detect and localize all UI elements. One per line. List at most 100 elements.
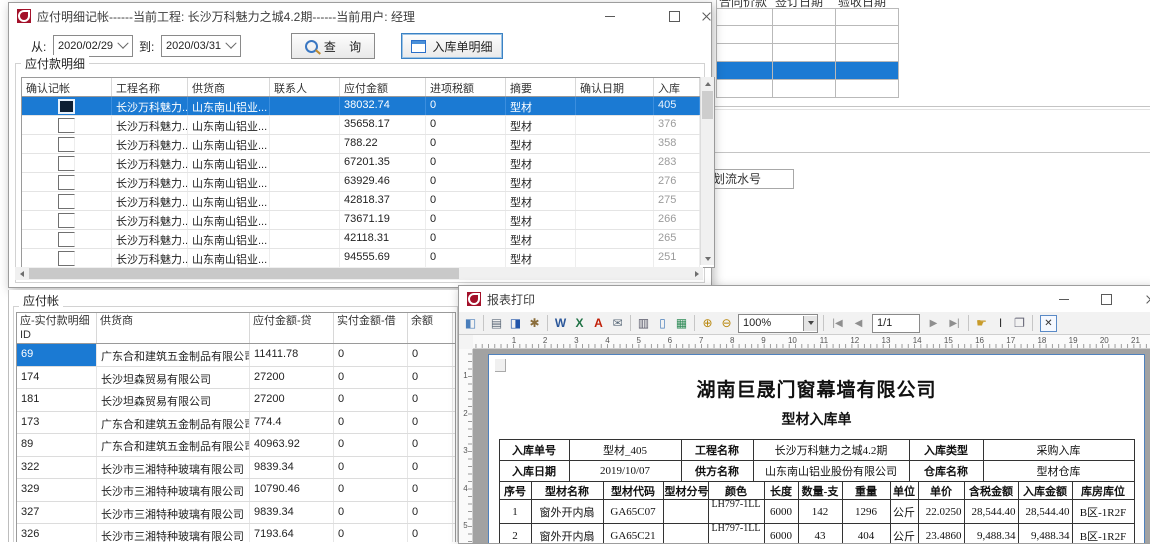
confirm-checkbox[interactable] — [58, 213, 75, 228]
cell-id: 174 — [17, 367, 97, 389]
maximize-button[interactable] — [1091, 288, 1121, 310]
confirm-checkbox[interactable] — [58, 232, 75, 247]
close-preview-icon[interactable]: ✕ — [1040, 315, 1057, 332]
cell-confirm-date — [576, 249, 654, 267]
background-table-row[interactable] — [717, 62, 899, 80]
cell-id: 69 — [17, 344, 97, 366]
table-row[interactable]: 174 长沙坦森贸易有限公司 27200 0 0 — [17, 367, 455, 390]
table-row[interactable]: 长沙万科魅力... 山东南山铝业... 42818.37 0 型材 275 — [22, 192, 714, 211]
confirm-checkbox[interactable] — [58, 251, 75, 266]
export-pdf-icon[interactable]: A — [590, 315, 607, 332]
background-table-row[interactable] — [717, 80, 899, 98]
zoom-in-icon[interactable]: ⊕ — [699, 315, 716, 332]
table-row[interactable]: 长沙万科魅力... 山东南山铝业... 94555.69 0 型材 251 — [22, 249, 714, 267]
cell-tax: 0 — [426, 97, 506, 115]
print-setup-icon[interactable]: ▥ — [635, 315, 652, 332]
confirm-checkbox[interactable] — [58, 156, 75, 171]
copy-tool-icon[interactable]: ❐ — [1011, 315, 1028, 332]
confirm-checkbox[interactable] — [58, 99, 75, 114]
to-date-select[interactable]: 2020/03/31 — [161, 35, 241, 57]
cell-inbound-no: 276 — [654, 173, 700, 191]
cell-paid: 0 — [334, 434, 408, 456]
export-word-icon[interactable]: W — [552, 315, 569, 332]
horizontal-scrollbar[interactable] — [15, 267, 703, 280]
table-row[interactable]: 89 广东合和建筑五金制品有限公司 40963.92 0 0 — [17, 434, 455, 457]
dropdown-arrow-icon[interactable] — [803, 316, 817, 331]
tools-icon[interactable]: ✱ — [526, 315, 543, 332]
background-table-row[interactable] — [717, 8, 899, 26]
minimize-button[interactable] — [1049, 288, 1079, 310]
ruler-number: 2 — [459, 409, 472, 447]
page-number-field[interactable]: 1/1 — [872, 314, 920, 333]
confirm-checkbox[interactable] — [58, 137, 75, 152]
vertical-scrollbar[interactable] — [700, 77, 714, 265]
table-row[interactable]: 长沙万科魅力... 山东南山铝业... 67201.35 0 型材 283 — [22, 154, 714, 173]
close-button[interactable] — [1135, 288, 1150, 310]
table-row[interactable]: 173 广东合和建筑五金制品有限公司 774.4 0 0 — [17, 412, 455, 435]
table-row[interactable]: 长沙万科魅力... 山东南山铝业... 38032.74 0 型材 405 — [22, 97, 714, 116]
cell-supplier: 山东南山铝业... — [188, 192, 270, 210]
table-row[interactable]: 181 长沙坦森贸易有限公司 27200 0 0 — [17, 389, 455, 412]
text-select-icon[interactable]: I — [992, 315, 1009, 332]
minimize-button[interactable] — [595, 5, 625, 27]
toolbar-separator — [630, 315, 631, 331]
cell-paid: 0 — [334, 502, 408, 524]
panel-toggle-icon[interactable]: ◧ — [462, 315, 479, 332]
background-column-header: 签订日期 — [773, 0, 836, 8]
next-page-icon[interactable]: ▶ — [925, 315, 942, 332]
zoom-out-icon[interactable]: ⊖ — [718, 315, 735, 332]
last-page-icon[interactable]: ▶| — [946, 315, 963, 332]
from-date-select[interactable]: 2020/02/29 — [53, 35, 133, 57]
to-label: 到: — [139, 38, 154, 55]
confirm-checkbox[interactable] — [58, 175, 75, 190]
maximize-button[interactable] — [659, 5, 689, 27]
background-divider — [700, 109, 1150, 110]
background-table-row[interactable] — [717, 26, 899, 44]
table-row[interactable]: 326 长沙市三湘特种玻璃有限公司 7193.64 0 0 — [17, 524, 455, 542]
table-row[interactable]: 长沙万科魅力... 山东南山铝业... 42118.31 0 型材 265 — [22, 230, 714, 249]
report-preview-area[interactable]: 12345 湖南巨晟门窗幕墙有限公司 型材入库单 入库单号 型材_405 工程名… — [459, 349, 1150, 543]
cell-balance: 0 — [408, 502, 453, 524]
table-row[interactable]: 长沙万科魅力... 山东南山铝业... 788.22 0 型材 358 — [22, 135, 714, 154]
print-icon[interactable]: ▤ — [488, 315, 505, 332]
book-icon[interactable]: ◨ — [507, 315, 524, 332]
payable-details-header-row: 确认记帐工程名称供货商联系人应付金额进项税额摘要确认日期入库 — [22, 78, 714, 97]
page-layout-icon[interactable]: ▯ — [654, 315, 671, 332]
hand-tool-icon[interactable]: ☛ — [973, 315, 990, 332]
search-icon — [305, 40, 318, 53]
scrollbar-thumb[interactable] — [29, 268, 459, 279]
cell-payable: 10790.46 — [250, 479, 334, 501]
zoom-select[interactable]: 100% — [738, 314, 818, 333]
table-row[interactable]: 长沙万科魅力... 山东南山铝业... 63929.46 0 型材 276 — [22, 173, 714, 192]
scroll-right-icon[interactable] — [690, 267, 703, 280]
cell-project: 长沙万科魅力... — [112, 192, 188, 210]
column-header: 入库金额 — [1018, 482, 1072, 500]
cell-confirm-date — [576, 116, 654, 134]
inbound-detail-button[interactable]: 入库单明细 — [401, 33, 503, 59]
table-row[interactable]: 69 广东合和建筑五金制品有限公司 11411.78 0 0 — [17, 344, 455, 367]
scroll-up-icon[interactable] — [701, 77, 714, 90]
ruler-number: 16 — [953, 335, 984, 348]
confirm-checkbox[interactable] — [58, 118, 75, 133]
cell-tax: 0 — [426, 173, 506, 191]
background-table-row[interactable] — [717, 44, 899, 62]
table-row[interactable]: 长沙万科魅力... 山东南山铝业... 35658.17 0 型材 376 — [22, 116, 714, 135]
table-row[interactable]: 327 长沙市三湘特种玻璃有限公司 9839.34 0 0 — [17, 502, 455, 525]
cell-supplier: 长沙市三湘特种玻璃有限公司 — [97, 502, 250, 524]
table-row[interactable]: 长沙万科魅力... 山东南山铝业... 73671.19 0 型材 266 — [22, 211, 714, 230]
scrollbar-thumb[interactable] — [702, 91, 713, 119]
grid-view-icon[interactable]: ▦ — [673, 315, 690, 332]
column-header: 数量-支 — [798, 482, 842, 500]
column-header: 应付金额-贷 — [250, 313, 334, 343]
first-page-icon[interactable]: |◀ — [829, 315, 846, 332]
export-mail-icon[interactable]: ✉ — [609, 315, 626, 332]
query-button[interactable]: 查 询 — [291, 33, 375, 59]
scroll-left-icon[interactable] — [15, 267, 28, 280]
export-excel-icon[interactable]: X — [571, 315, 588, 332]
table-row[interactable]: 329 长沙市三湘特种玻璃有限公司 10790.46 0 0 — [17, 479, 455, 502]
scroll-down-icon[interactable] — [701, 252, 714, 265]
table-row[interactable]: 322 长沙市三湘特种玻璃有限公司 9839.34 0 0 — [17, 457, 455, 480]
close-button[interactable] — [691, 5, 721, 27]
confirm-checkbox[interactable] — [58, 194, 75, 209]
prev-page-icon[interactable]: ◀ — [850, 315, 867, 332]
